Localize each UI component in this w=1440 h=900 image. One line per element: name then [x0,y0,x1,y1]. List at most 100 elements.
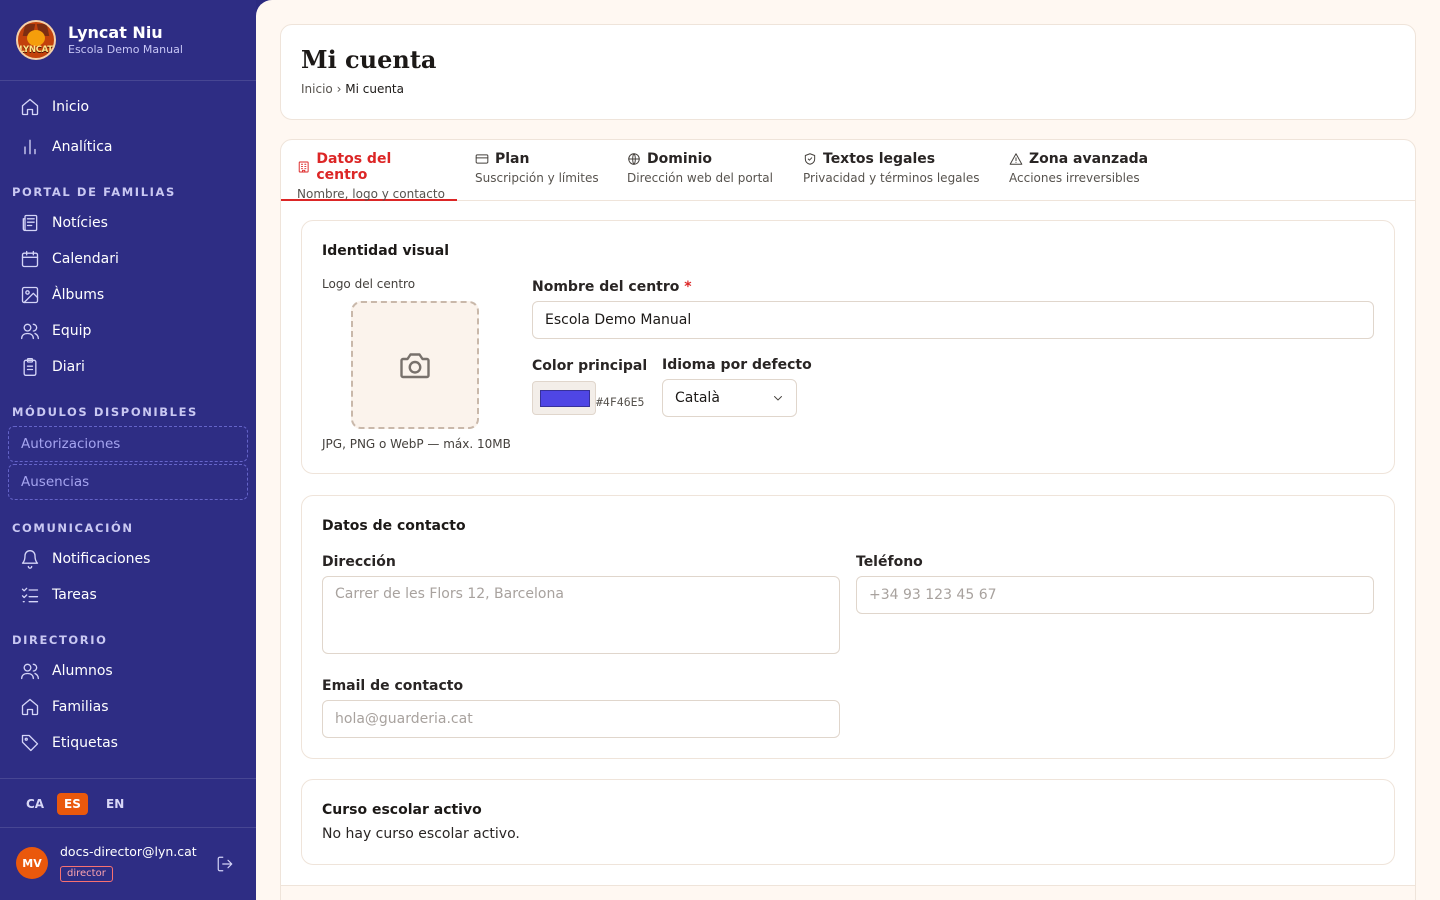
logo-label: Logo del centro [322,277,416,291]
section-label-directorio: DIRECTORIO [12,633,108,647]
address-label: Dirección [322,554,396,570]
tab-bar: Datos del centro Nombre, logo y contacto… [281,140,1415,201]
tab-textos-legales[interactable]: Textos legales Privacidad y términos leg… [787,140,996,201]
color-picker[interactable] [532,381,596,415]
tab-plan[interactable]: Plan Suscripción y límites [459,140,615,201]
sidebar-item-inicio[interactable]: Inicio [8,90,248,124]
default-language-select[interactable]: Català [662,379,797,417]
breadcrumb: Inicio › Mi cuenta [301,82,404,96]
breadcrumb-home[interactable]: Inicio [301,82,333,96]
role-badge: director [60,866,113,882]
tab-subtitle: Acciones irreversibles [1009,171,1140,185]
contact-title: Datos de contacto [322,518,466,534]
identity-title: Identidad visual [322,243,450,259]
logo-wordmark: LYNCAT [19,45,53,55]
image-icon [20,285,40,305]
sidebar-item-label: Analítica [52,139,113,155]
user-panel: MV docs-director@lyn.cat director [0,828,256,900]
tab-zona-avanzada[interactable]: Zona avanzada Acciones irreversibles [993,140,1164,201]
address-textarea[interactable]: Carrer de les Flors 12, Barcelona [322,576,840,654]
page-header: Mi cuenta Inicio › Mi cuenta [280,24,1416,120]
warning-icon [1009,153,1023,165]
brand-header: LYNCAT Lyncat Niu Escola Demo Manual [0,0,256,81]
school-year-panel: Curso escolar activo No hay curso escola… [301,779,1395,865]
page-title: Mi cuenta [301,45,437,74]
sidebar-item-label: Alumnos [52,663,113,679]
module-item-autorizaciones[interactable]: Autorizaciones [8,426,248,462]
breadcrumb-separator: › [336,82,342,96]
sidebar-item-label: Equip [52,323,92,339]
users-icon [20,321,40,341]
home-icon [20,697,40,717]
color-swatch-fill [540,390,590,407]
section-label-comunicacion: COMUNICACIÓN [12,521,134,535]
sidebar-item-label: Diari [52,359,85,375]
sidebar-item-calendari[interactable]: Calendari [8,242,248,276]
sidebar-item-diari[interactable]: Diari [8,350,248,384]
language-switcher: CA ES EN [0,778,256,828]
brand-logo[interactable]: LYNCAT [16,20,56,60]
sidebar-item-albums[interactable]: Àlbums [8,278,248,312]
home-icon [20,97,40,117]
logo-upload-dropzone[interactable] [351,301,479,429]
sidebar-item-label: Tareas [52,587,97,603]
tab-label: Textos legales [823,151,936,167]
sidebar-item-label: Inicio [52,99,90,115]
sidebar: LYNCAT Lyncat Niu Escola Demo Manual Ini… [0,0,256,900]
tab-subtitle: Privacidad y términos legales [803,171,980,185]
logo-hint: JPG, PNG o WebP — máx. 10MB [322,437,511,451]
lang-es-button[interactable]: ES [57,793,88,815]
logout-icon[interactable] [216,855,236,875]
tab-subtitle: Nombre, logo y contacto [297,187,445,201]
chevron-down-icon [774,396,782,401]
tab-label: Plan [495,151,530,167]
lang-ca-button[interactable]: CA [19,793,51,815]
section-label-modulos: MÓDULOS DISPONIBLES [12,405,198,419]
language-label: Idioma por defecto [662,357,812,373]
tab-label: Zona avanzada [1029,151,1149,167]
camera-icon [400,353,430,379]
phone-input[interactable]: +34 93 123 45 67 [856,576,1374,614]
sidebar-item-tareas[interactable]: Tareas [8,578,248,612]
sidebar-item-label: Notificaciones [52,551,151,567]
sidebar-item-noticies[interactable]: Notícies [8,206,248,240]
email-input[interactable]: hola@guarderia.cat [322,700,840,738]
contact-panel: Datos de contacto Dirección Carrer de le… [301,495,1395,759]
clipboard-icon [20,357,40,377]
breadcrumb-current: Mi cuenta [345,82,404,96]
sidebar-item-equip[interactable]: Equip [8,314,248,348]
sidebar-item-label: Àlbums [52,287,105,303]
sidebar-item-label: Familias [52,699,109,715]
sidebar-item-familias[interactable]: Familias [8,690,248,724]
tag-icon [20,733,40,753]
bar-chart-icon [20,137,40,157]
avatar[interactable]: MV [16,847,48,879]
tab-subtitle: Suscripción y límites [475,171,599,185]
globe-icon [628,153,640,165]
tab-dominio[interactable]: Dominio Dirección web del portal [611,140,789,201]
user-email: docs-director@lyn.cat [60,844,197,859]
module-item-ausencias[interactable]: Ausencias [8,464,248,500]
settings-card: Datos del centro Nombre, logo y contacto… [280,139,1416,900]
sidebar-item-alumnos[interactable]: Alumnos [8,654,248,688]
sidebar-item-etiquetas[interactable]: Etiquetas [8,726,248,760]
building-icon [298,161,309,173]
sidebar-item-analitica[interactable]: Analítica [8,130,248,164]
phone-label: Teléfono [856,554,923,570]
center-name-input[interactable]: Escola Demo Manual [532,301,1374,339]
sidebar-item-label: Notícies [52,215,108,231]
bell-icon [20,549,40,569]
name-label-text: Nombre del centro [532,279,680,295]
section-label-portal: PORTAL DE FAMILIAS [12,185,176,199]
school-year-title: Curso escolar activo [322,802,482,818]
select-value: Català [675,390,720,406]
logo-face [27,30,45,46]
name-label: Nombre del centro * [532,279,692,295]
card-footer [281,885,1415,900]
tab-datos-del-centro[interactable]: Datos del centro Nombre, logo y contacto [281,140,457,201]
tab-subtitle: Dirección web del portal [627,171,773,185]
shield-check-icon [804,153,816,165]
lang-en-button[interactable]: EN [99,793,131,815]
calendar-icon [20,249,40,269]
sidebar-item-notificaciones[interactable]: Notificaciones [8,542,248,576]
